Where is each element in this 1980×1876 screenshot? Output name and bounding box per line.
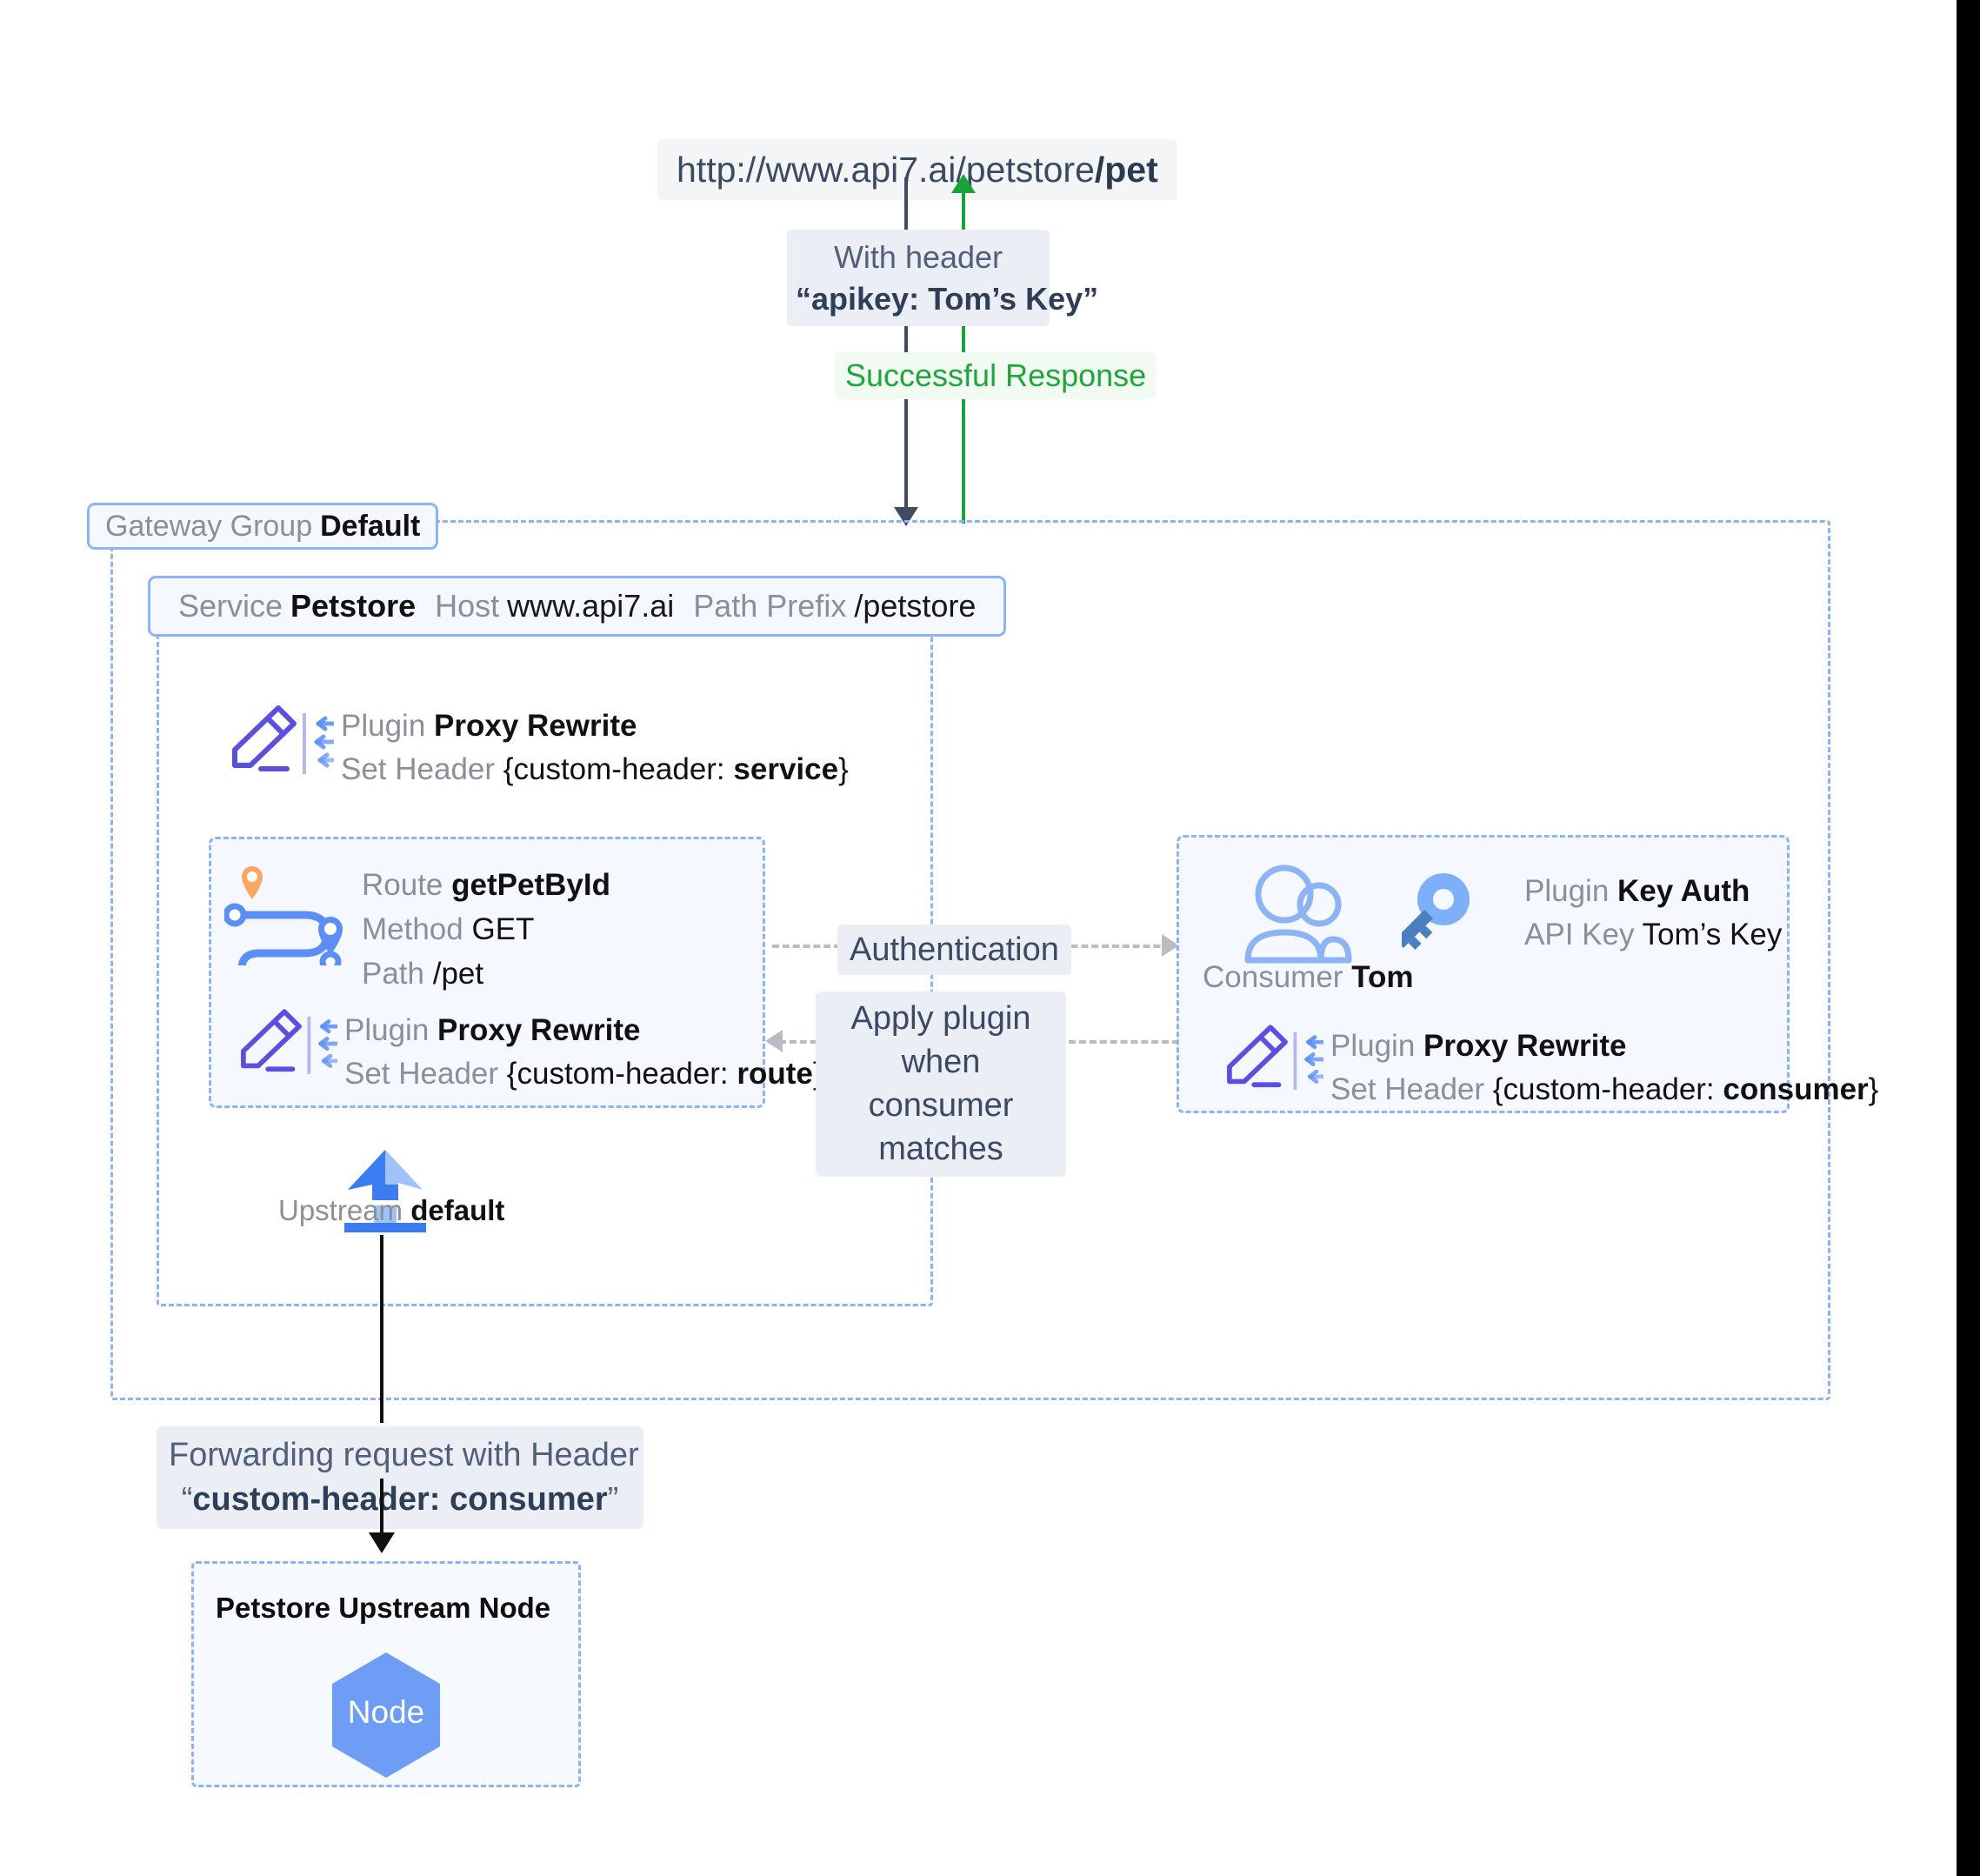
diagram-canvas: http://www.api7.ai/petstore/pet With hea…: [0, 0, 1980, 1876]
forwarding-request-chip: Forwarding request with Header “custom-h…: [157, 1426, 643, 1529]
service-value: Petstore: [290, 588, 417, 624]
consumer-key: Consumer: [1203, 960, 1343, 994]
forwarding-arrowhead: [369, 1532, 395, 1553]
service-plugin-value: Proxy Rewrite: [434, 709, 637, 743]
service-setheader-key: Set Header: [341, 751, 496, 786]
route-path-value: /pet: [432, 957, 484, 991]
route-plugin-value: Proxy Rewrite: [437, 1013, 641, 1047]
consumer-setheader-tail: }: [1868, 1072, 1879, 1106]
successful-response-chip: Successful Response: [835, 352, 1157, 399]
proxy-rewrite-icon-service: [224, 696, 334, 788]
gateway-group-key: Gateway Group: [105, 509, 313, 543]
consumer-plugin-value: Proxy Rewrite: [1423, 1029, 1627, 1063]
route-setheader-key: Set Header: [344, 1056, 499, 1091]
keyauth-plugin-value: Key Auth: [1617, 874, 1750, 908]
route-setheader-value: {custom-header:: [506, 1056, 737, 1091]
apply-plugin-arrowhead: [765, 1030, 783, 1052]
route-method-value: GET: [471, 912, 535, 947]
consumer-plugin-key: Plugin: [1330, 1029, 1416, 1063]
apply-plugin-label: Apply plugin when consumer matches: [816, 991, 1066, 1177]
request-url-prefix: http://www.api7.ai/petstore: [677, 150, 1095, 190]
route-key: Route: [362, 868, 443, 902]
consumer-setheader-key: Set Header: [1330, 1072, 1485, 1106]
request-url-path: /pet: [1094, 150, 1158, 190]
keyauth-plugin-key: Plugin: [1524, 874, 1610, 908]
node-hexagon-label: Node: [347, 1694, 425, 1730]
key-auth-info: Plugin Key Auth API Key Tom’s Key: [1524, 870, 1782, 956]
proxy-rewrite-icon-route: [233, 1000, 337, 1087]
upstream-key: Upstream: [278, 1194, 403, 1226]
route-info: Route getPetById Method GET Path /pet: [362, 863, 610, 996]
apply-plugin-line2: consumer matches: [868, 1087, 1014, 1168]
consumer-info: Consumer Tom: [1203, 957, 1413, 998]
gateway-group-label: Gateway Group Default: [87, 503, 439, 550]
service-path-prefix-key: Path Prefix: [693, 588, 847, 624]
right-black-band: [1957, 0, 1980, 1876]
keyauth-apikey-key: API Key: [1524, 917, 1635, 951]
forwarding-line-upper: [380, 1235, 383, 1423]
service-path-prefix-value: /petstore: [854, 588, 977, 624]
upstream-node-title: Petstore Upstream Node: [216, 1592, 551, 1624]
forwarding-line2-bold: custom-header: consumer: [192, 1480, 608, 1518]
request-header-chip: With header “apikey: Tom’s Key”: [787, 230, 1099, 327]
proxy-rewrite-icon-consumer: [1219, 1016, 1323, 1103]
request-header-line2: “apikey: Tom’s Key”: [796, 280, 1099, 317]
service-label: Service Petstore Host www.api7.ai Path Pre…: [148, 576, 1007, 637]
forwarding-quote-open: “: [181, 1480, 193, 1518]
service-host-key: Host: [435, 588, 500, 624]
route-plugin-info: Plugin Proxy Rewrite Set Header {custom-…: [344, 1009, 823, 1095]
service-setheader-bold: service: [733, 751, 839, 786]
route-path-key: Path: [362, 957, 424, 991]
service-setheader-value: {custom-header:: [503, 751, 734, 786]
apply-plugin-line1: Apply plugin when: [850, 1000, 1031, 1081]
request-header-line1: With header: [833, 239, 1003, 275]
service-host-value: www.api7.ai: [507, 588, 675, 624]
consumer-setheader-value: {custom-header:: [1492, 1072, 1723, 1106]
service-setheader-tail: }: [838, 751, 849, 786]
keyauth-apikey-value: Tom’s Key: [1642, 917, 1783, 951]
forwarding-quote-close: ”: [607, 1480, 619, 1518]
route-value: getPetById: [451, 868, 610, 902]
authentication-label: Authentication: [837, 925, 1071, 976]
gateway-group-value: Default: [320, 509, 421, 543]
upstream-value: default: [410, 1194, 505, 1226]
request-url-chip: http://www.api7.ai/petstore/pet: [657, 139, 1177, 201]
consumer-plugin-info: Plugin Proxy Rewrite Set Header {custom-…: [1330, 1025, 1878, 1111]
forwarding-line1: Forwarding request with Header: [169, 1437, 639, 1473]
route-plugin-key: Plugin: [344, 1013, 430, 1047]
service-key: Service: [178, 588, 283, 624]
key-auth-icon: [1402, 861, 1506, 965]
service-plugin-info: Plugin Proxy Rewrite Set Header {custom-…: [341, 704, 849, 791]
response-arrowhead: [951, 174, 976, 193]
upstream-info: Upstream default: [278, 1192, 504, 1231]
service-plugin-key: Plugin: [341, 709, 426, 743]
route-method-key: Method: [362, 912, 463, 947]
route-path-icon: [224, 852, 346, 965]
consumer-users-icon: [1237, 859, 1359, 972]
consumer-setheader-bold: consumer: [1723, 1072, 1869, 1106]
route-setheader-bold: route: [737, 1056, 813, 1091]
